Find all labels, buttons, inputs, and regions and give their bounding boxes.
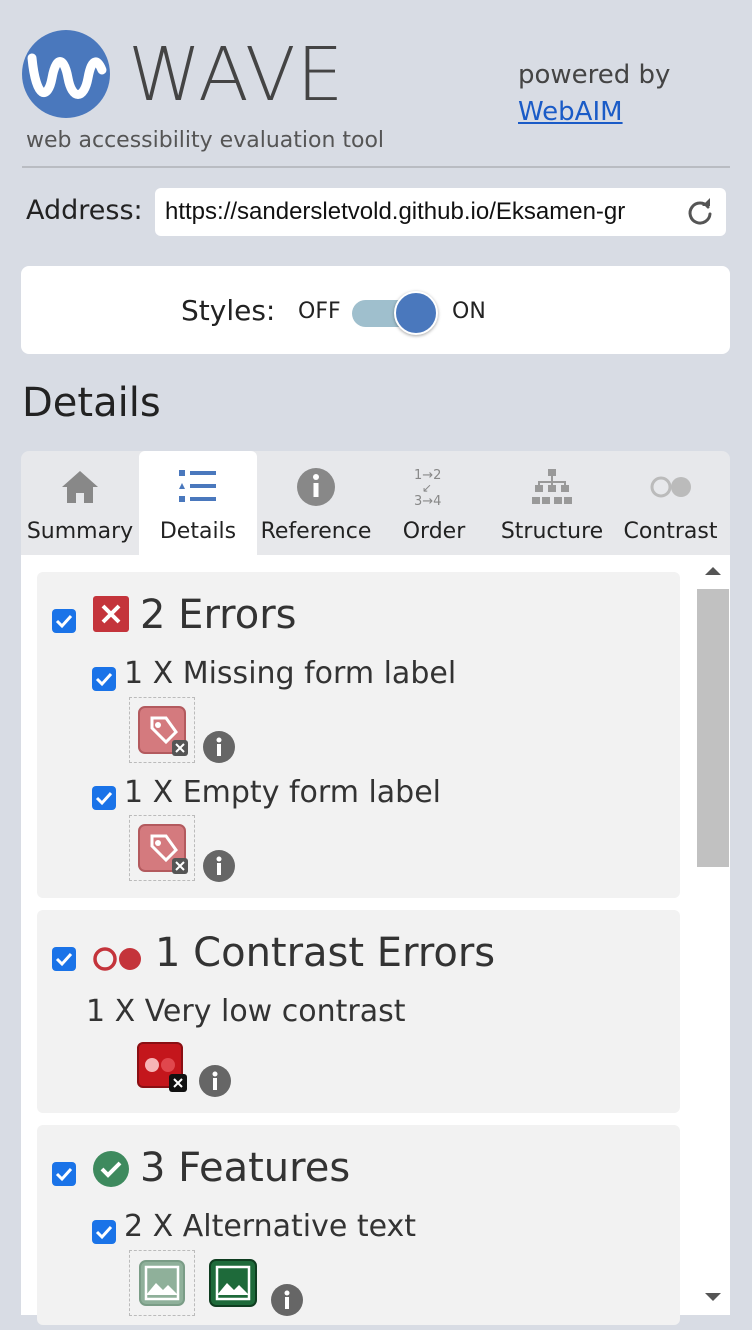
info-icon[interactable]	[271, 1284, 303, 1316]
very-low-contrast-item: 1 X Very low contrast	[86, 994, 406, 1029]
address-value[interactable]: https://sandersletvold.github.io/Eksamen…	[165, 198, 670, 228]
scrollbar-thumb[interactable]	[697, 589, 729, 867]
features-group: 3 Features 2 X Alternative text	[37, 1125, 680, 1325]
missing-form-label-item: 1 X Missing form label	[124, 656, 457, 691]
list-icon	[179, 470, 216, 502]
form-label-error-icon	[138, 706, 188, 756]
contrast-error-icon	[93, 947, 141, 971]
contrast-icon	[650, 476, 691, 498]
tab-label: Order	[402, 519, 466, 544]
info-icon[interactable]	[203, 731, 235, 763]
home-icon	[62, 471, 98, 503]
page-title: Details	[22, 380, 161, 426]
wave-logo-icon	[22, 30, 110, 118]
missing-form-label-checkbox[interactable]	[92, 667, 116, 691]
info-icon[interactable]	[203, 850, 235, 882]
feature-check-icon	[93, 1151, 129, 1187]
image-icon	[139, 1260, 185, 1306]
tab-label: Summary	[26, 519, 134, 544]
features-title: 3 Features	[140, 1145, 351, 1191]
tab-details[interactable]: Details	[139, 451, 257, 555]
info-icon[interactable]	[199, 1065, 231, 1097]
scroll-down-arrow-icon[interactable]	[705, 1293, 721, 1301]
svg-text:↙: ↙	[422, 481, 432, 495]
empty-form-label-checkbox[interactable]	[92, 786, 116, 810]
tab-order[interactable]: 1→2 ↙ 3→4 Order	[375, 451, 493, 555]
alternative-text-item: 2 X Alternative text	[124, 1209, 417, 1244]
errors-checkbox[interactable]	[52, 609, 76, 633]
tab-contrast[interactable]: Contrast	[611, 451, 730, 555]
structure-icon	[532, 469, 572, 504]
alt-text-thumb-1[interactable]	[129, 1250, 195, 1316]
header: WAVE web accessibility evaluation tool p…	[0, 0, 752, 170]
styles-label: Styles:	[181, 294, 276, 327]
address-input[interactable]: https://sandersletvold.github.io/Eksamen…	[155, 188, 726, 236]
tab-label: Structure	[500, 519, 604, 544]
error-icon	[93, 596, 129, 632]
styles-on-label: ON	[452, 299, 486, 324]
errors-group: 2 Errors 1 X Missing form label 1 X Empt…	[37, 572, 680, 898]
tab-bar: Summary Details Reference 1→2 ↙ 3→4 Orde…	[21, 451, 730, 555]
scroll-up-arrow-icon[interactable]	[705, 567, 721, 575]
contrast-title: 1 Contrast Errors	[155, 930, 496, 976]
webaim-link[interactable]: WebAIM	[518, 97, 623, 127]
empty-form-label-item: 1 X Empty form label	[124, 775, 442, 810]
address-label: Address:	[26, 195, 143, 226]
image-icon[interactable]	[209, 1259, 257, 1307]
tab-reference[interactable]: Reference	[257, 451, 375, 555]
styles-toggle-knob[interactable]	[394, 291, 438, 335]
contrast-checkbox[interactable]	[52, 947, 76, 971]
very-low-contrast-thumb[interactable]	[137, 1042, 189, 1094]
tagline: web accessibility evaluation tool	[26, 128, 385, 153]
details-scrollbar[interactable]	[697, 565, 729, 1313]
missing-form-label-thumb[interactable]	[129, 697, 195, 763]
powered-by-text: powered by	[518, 60, 671, 90]
empty-form-label-thumb[interactable]	[129, 815, 195, 881]
contrast-group: 1 Contrast Errors 1 X Very low contrast	[37, 910, 680, 1113]
svg-text:3→4: 3→4	[414, 494, 441, 509]
tab-label: Contrast	[623, 519, 718, 544]
tab-label: Reference	[260, 519, 372, 544]
reload-icon[interactable]	[684, 196, 716, 228]
form-label-error-icon	[138, 824, 188, 874]
app-title: WAVE	[128, 32, 345, 118]
features-checkbox[interactable]	[52, 1162, 76, 1186]
header-divider	[22, 166, 730, 168]
errors-title: 2 Errors	[140, 592, 297, 638]
styles-card: Styles: OFF ON	[21, 266, 730, 354]
info-icon	[297, 468, 335, 506]
order-icon: 1→2 ↙ 3→4	[414, 468, 441, 509]
tab-structure[interactable]: Structure	[493, 451, 611, 555]
tab-label: Details	[159, 519, 237, 544]
alternative-text-checkbox[interactable]	[92, 1220, 116, 1244]
tab-summary[interactable]: Summary	[21, 451, 139, 555]
styles-off-label: OFF	[298, 299, 341, 324]
